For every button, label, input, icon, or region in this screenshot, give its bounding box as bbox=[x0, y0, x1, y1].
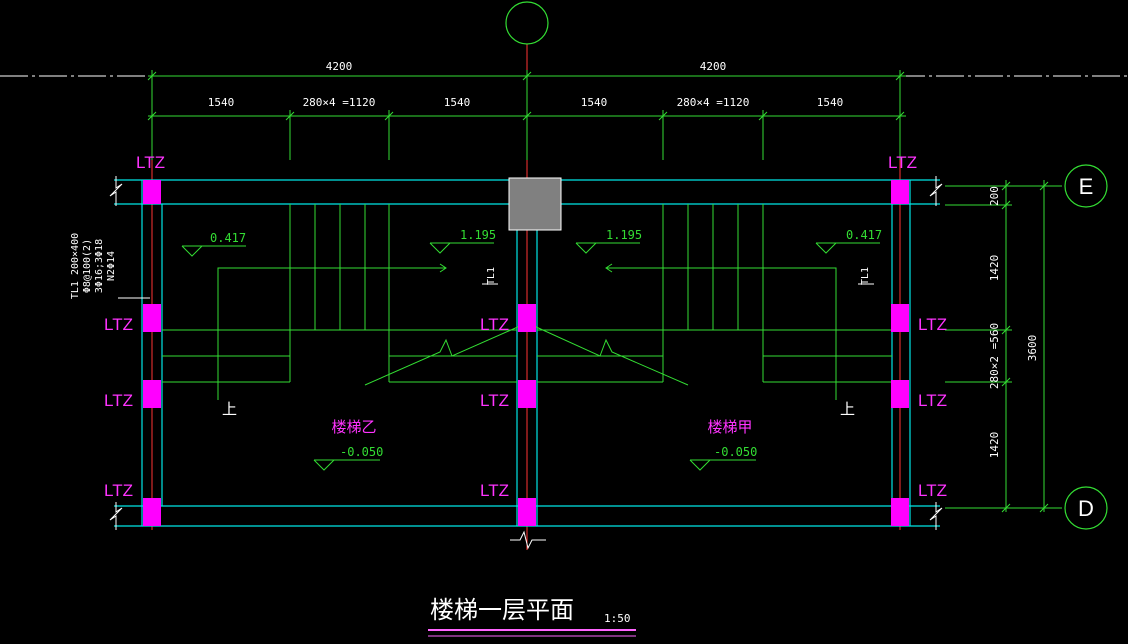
beam-tag-mid: TL1 bbox=[486, 267, 497, 285]
dim-part-2: 280×4 =1120 bbox=[303, 96, 376, 109]
dim-part-3: 1540 bbox=[444, 96, 471, 109]
up-label-left: 上 bbox=[222, 400, 237, 418]
ltz-columns bbox=[143, 180, 909, 526]
drawing-scale: 1:50 bbox=[604, 612, 631, 625]
up-label-right: 上 bbox=[840, 400, 855, 418]
axis-bubble-top bbox=[505, 1, 549, 45]
ltz-label: LTZ bbox=[480, 391, 509, 410]
dim-total-left: 4200 bbox=[326, 60, 353, 73]
level-mid-right: 1.195 bbox=[606, 228, 642, 242]
stair-name-right: 楼梯甲 bbox=[707, 418, 752, 436]
top-dimensions bbox=[147, 70, 906, 160]
beam-note-line: Φ8@100(2) bbox=[82, 239, 93, 293]
dim-total-right: 4200 bbox=[700, 60, 727, 73]
stair-name-left: 楼梯乙 bbox=[331, 418, 376, 436]
dim-right-total: 3600 bbox=[1026, 335, 1039, 362]
level-right-landing: 0.417 bbox=[846, 228, 882, 242]
dim-right-1420-upper: 1420 bbox=[988, 255, 1001, 282]
dim-part-1: 1540 bbox=[208, 96, 235, 109]
beam-note: TL1 200×400 Φ8@100(2) 3Φ16;3Φ18 N2Φ14 bbox=[70, 233, 150, 299]
beam-note-line: TL1 200×400 bbox=[70, 233, 81, 299]
ltz-label: LTZ bbox=[888, 153, 917, 172]
level-floor-right: -0.050 bbox=[714, 445, 757, 459]
ltz-label: LTZ bbox=[918, 315, 947, 334]
dim-right-560: 280×2 =560 bbox=[988, 323, 1001, 389]
ltz-label: LTZ bbox=[918, 391, 947, 410]
level-mid-left: 1.195 bbox=[460, 228, 496, 242]
beam-note-line: N2Φ14 bbox=[106, 251, 117, 281]
drawing-title: 楼梯一层平面 bbox=[430, 596, 574, 624]
axis-bubble-e-label: E bbox=[1079, 174, 1094, 199]
level-floor-left: -0.050 bbox=[340, 445, 383, 459]
dim-part-4: 1540 bbox=[581, 96, 608, 109]
ltz-label: LTZ bbox=[104, 391, 133, 410]
beam-note-line: 3Φ16;3Φ18 bbox=[94, 239, 105, 293]
ltz-label: LTZ bbox=[918, 481, 947, 500]
dim-part-5: 280×4 =1120 bbox=[677, 96, 750, 109]
dim-part-6: 1540 bbox=[817, 96, 844, 109]
right-dimensions bbox=[945, 180, 1062, 513]
axis-bubble-d-label: D bbox=[1078, 496, 1094, 521]
ltz-label: LTZ bbox=[104, 481, 133, 500]
dim-right-1420-lower: 1420 bbox=[988, 432, 1001, 459]
level-left-landing: 0.417 bbox=[210, 231, 246, 245]
stair-plan-drawing: E D 4200 4200 1540 280×4 =1120 1540 1540… bbox=[0, 1, 1128, 637]
ltz-label: LTZ bbox=[480, 315, 509, 334]
ltz-label: LTZ bbox=[480, 481, 509, 500]
beam-tag-right: TL1 bbox=[860, 267, 871, 285]
ltz-label: LTZ bbox=[136, 153, 165, 172]
dim-right-200: 200 bbox=[988, 186, 1001, 206]
ltz-label: LTZ bbox=[104, 315, 133, 334]
central-column bbox=[508, 177, 562, 231]
stair-treads-right bbox=[533, 204, 892, 400]
